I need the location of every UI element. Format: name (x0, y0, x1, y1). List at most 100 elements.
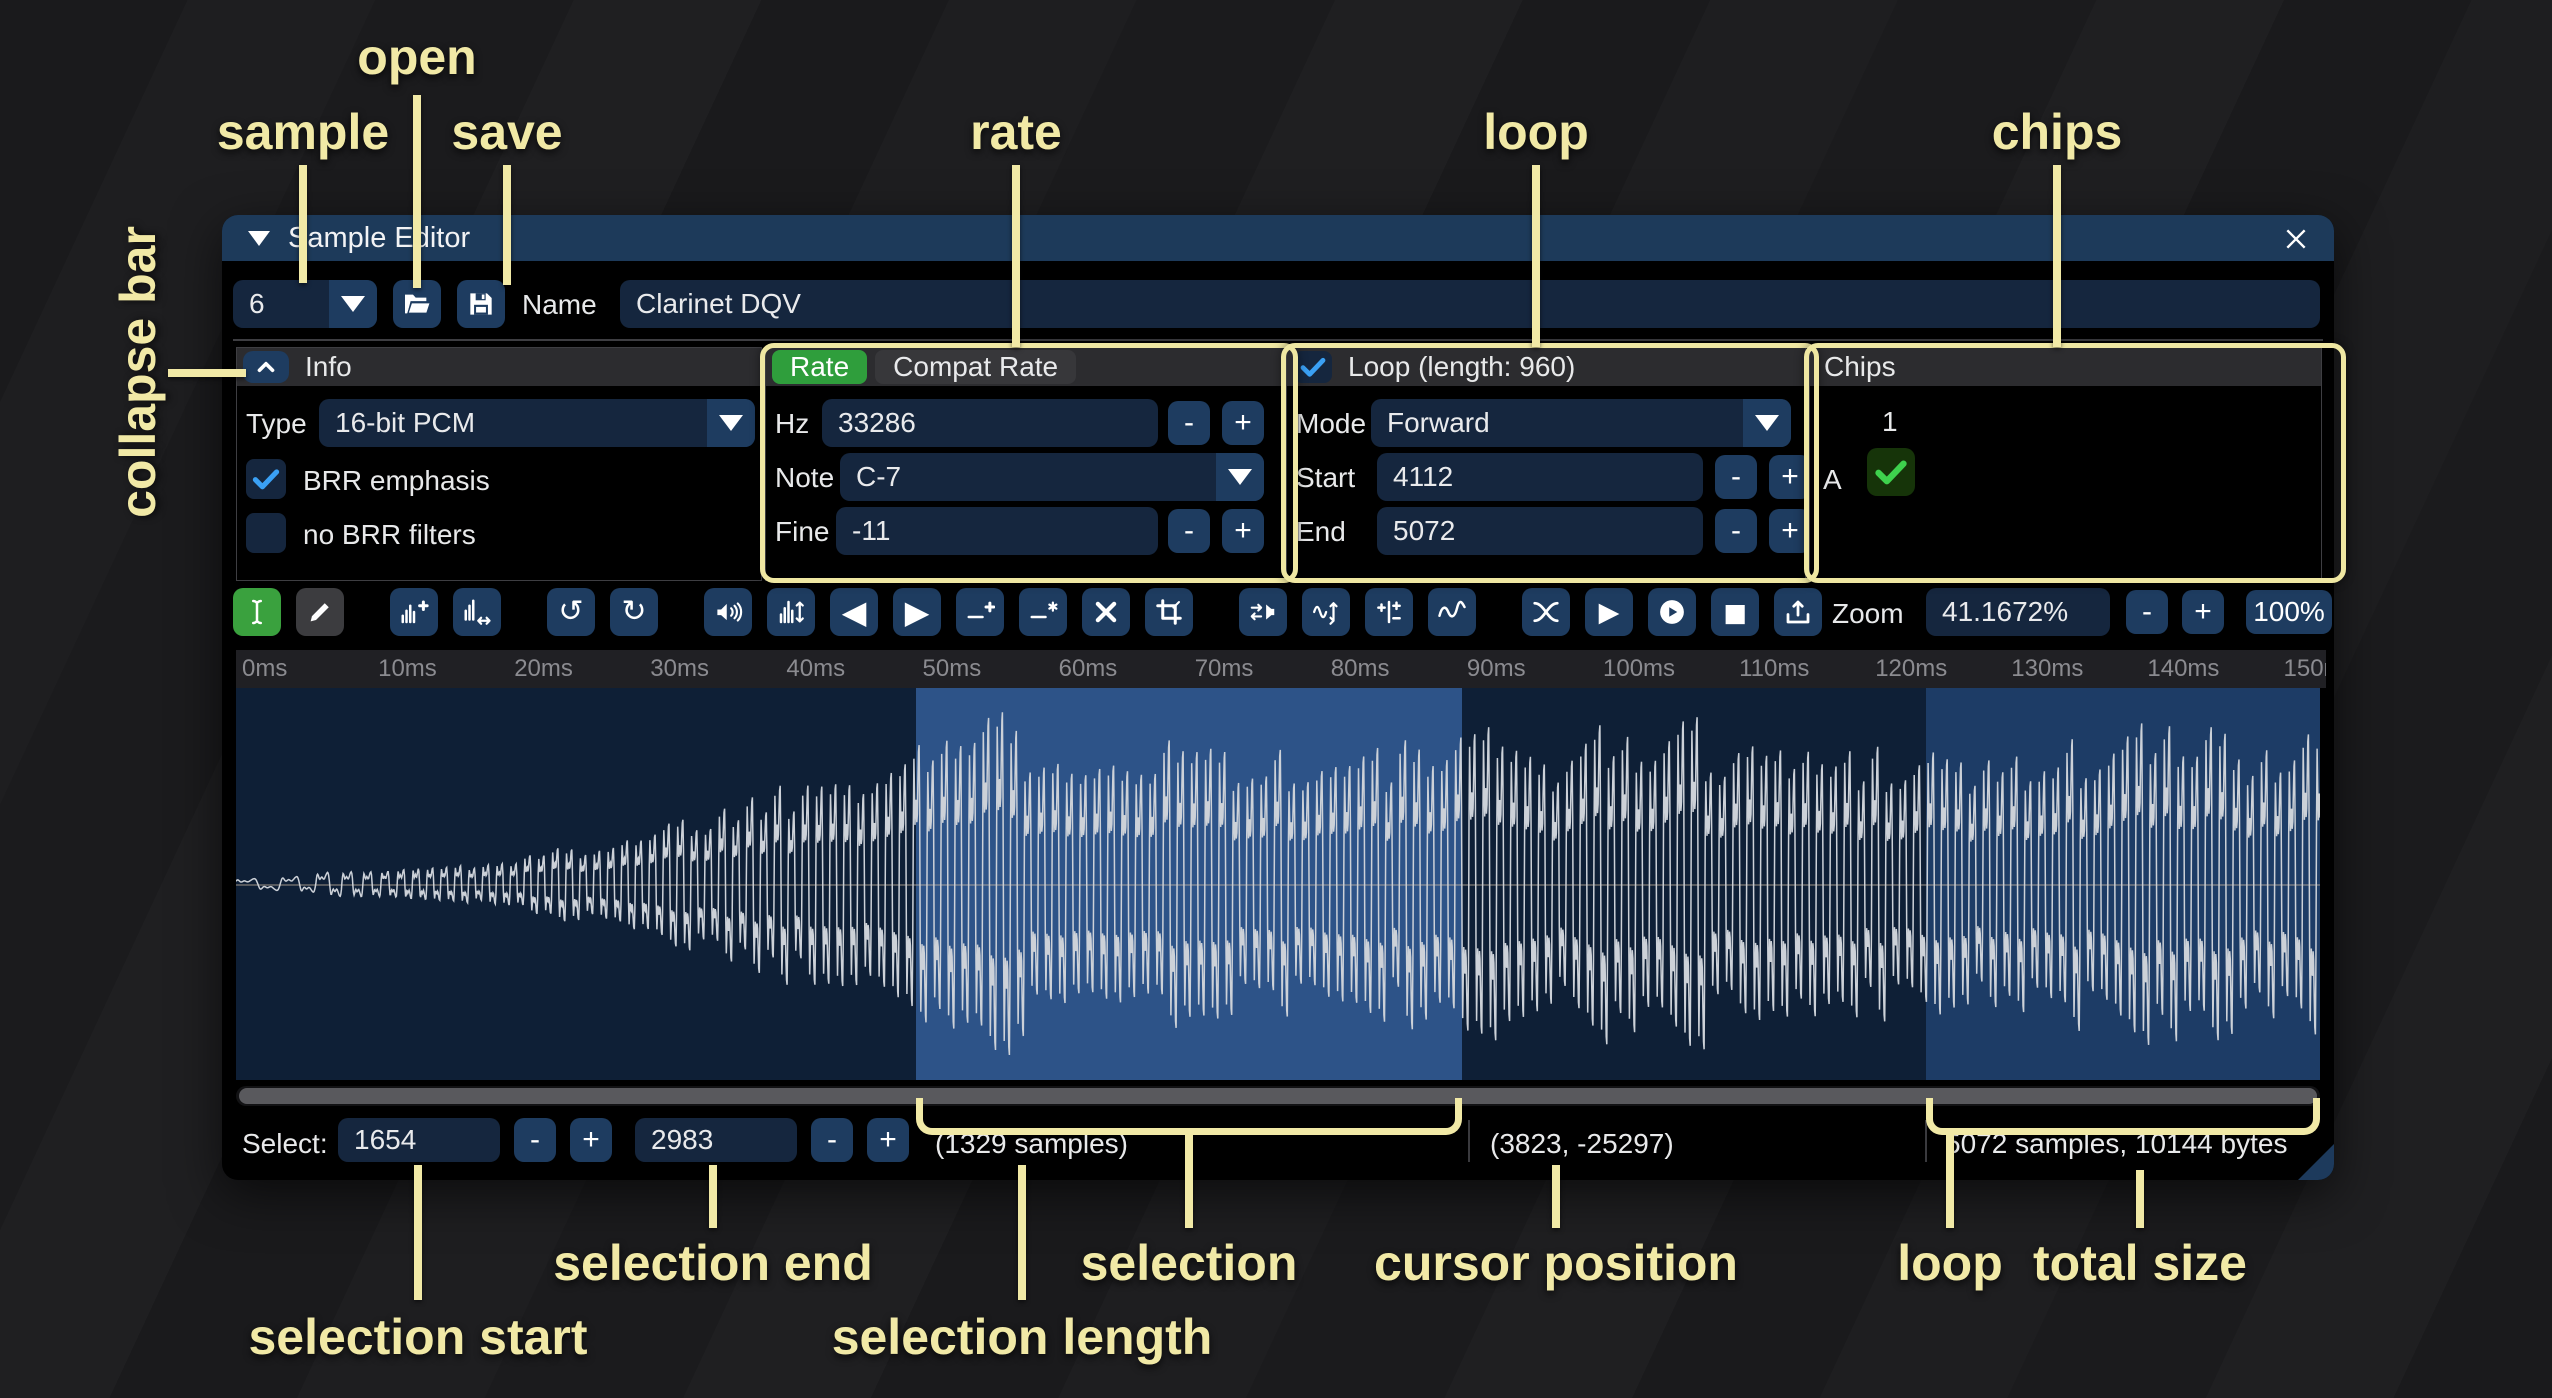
ruler-tick-label: 90ms (1467, 655, 1526, 683)
window-titlebar[interactable]: Sample Editor (222, 215, 2334, 261)
zoom-plus-button[interactable]: + (2182, 590, 2224, 634)
loop-start-label: Start (1296, 462, 1355, 494)
selection-end-plus-button[interactable]: + (867, 1118, 909, 1162)
waveform-display[interactable] (236, 688, 2320, 1080)
type-label: Type (246, 408, 307, 440)
time-ruler: 0ms10ms20ms30ms40ms50ms60ms70ms80ms90ms1… (236, 650, 2326, 688)
fade-out-button[interactable]: ▶ (893, 588, 941, 636)
resize-button[interactable] (390, 588, 438, 636)
delete-button[interactable] (1082, 588, 1130, 636)
normalize-button[interactable] (767, 588, 815, 636)
hz-plus-button[interactable]: + (1222, 401, 1264, 445)
compat-rate-tab[interactable]: Compat Rate (875, 350, 1076, 384)
fade-in-button[interactable]: ◀ (830, 588, 878, 636)
chip-enable-checkbox[interactable] (1867, 448, 1915, 496)
rate-tab[interactable]: Rate (772, 350, 867, 384)
note-dropdown-button[interactable] (1216, 453, 1264, 501)
note-dropdown[interactable]: C-7 (840, 453, 1264, 501)
crossfade-loop-icon (1531, 597, 1561, 627)
annotation-selection-start: selection start (248, 1308, 587, 1366)
resample-button[interactable] (453, 588, 501, 636)
annotation-line-loop-bottom (1946, 1128, 1954, 1228)
select-label: Select: (242, 1128, 328, 1160)
annotation-total-size: total size (2033, 1234, 2247, 1292)
invert-button[interactable] (1302, 588, 1350, 636)
mode-dropdown-button[interactable] (1743, 399, 1791, 447)
hz-label: Hz (775, 408, 809, 440)
info-header-label: Info (305, 351, 352, 383)
apply-silence-button[interactable] (1019, 588, 1067, 636)
redo-button[interactable]: ↻ (610, 588, 658, 636)
loop-enable-checkbox[interactable] (1294, 351, 1332, 383)
sample-type-dropdown[interactable]: 16-bit PCM (319, 399, 755, 447)
crossfade-loop-button[interactable] (1522, 588, 1570, 636)
window-resize-grip[interactable] (2298, 1144, 2334, 1180)
ruler-tick-label: 20ms (514, 655, 573, 683)
save-floppy-icon (465, 288, 497, 320)
fine-input[interactable]: -11 (836, 507, 1158, 555)
collapse-bar-button[interactable] (243, 351, 289, 383)
selection-start-plus-button[interactable]: + (570, 1118, 612, 1162)
undo-button[interactable]: ↺ (547, 588, 595, 636)
close-button[interactable] (2276, 219, 2316, 259)
note-value: C-7 (840, 461, 1216, 493)
sample-editor-window: Sample Editor 6 Name Clarinet DQV (222, 215, 2334, 1180)
loop-mode-value: Forward (1371, 407, 1743, 439)
no-brr-filters-checkbox[interactable] (246, 513, 286, 553)
waveform-trace (236, 688, 2320, 1080)
selection-start-input[interactable]: 1654 (338, 1118, 500, 1162)
fine-minus-button[interactable]: - (1168, 509, 1210, 553)
preview-sample-loop-button[interactable] (1648, 588, 1696, 636)
apply-filter-button[interactable] (1428, 588, 1476, 636)
zoom-minus-button[interactable]: - (2126, 590, 2168, 634)
selection-bracket (916, 1098, 1462, 1135)
select-mode-button[interactable] (233, 588, 281, 636)
loop-end-input[interactable]: 5072 (1377, 507, 1703, 555)
status-divider (1468, 1120, 1470, 1162)
info-panel: Info Type 16-bit PCM BRR emphasis no BRR… (236, 347, 762, 581)
save-sample-button[interactable] (457, 280, 505, 328)
check-icon (1297, 351, 1329, 383)
toolbar-group (390, 588, 501, 636)
selection-end-input[interactable]: 2983 (635, 1118, 797, 1162)
type-dropdown-button[interactable] (707, 399, 755, 447)
annotation-chips: chips (1992, 103, 2123, 161)
fine-plus-button[interactable]: + (1222, 509, 1264, 553)
stop-preview-button[interactable]: ■ (1711, 588, 1759, 636)
chip-row-label: A (1823, 464, 1842, 496)
loop-end-plus-button[interactable]: + (1769, 509, 1811, 553)
annotation-selection: selection (1081, 1234, 1298, 1292)
preview-sample-button[interactable]: ▶ (1585, 588, 1633, 636)
reverse-button[interactable] (1239, 588, 1287, 636)
note-label: Note (775, 462, 834, 494)
draw-mode-button[interactable] (296, 588, 344, 636)
loop-start-minus-button[interactable]: - (1715, 455, 1757, 499)
annotation-collapse-bar: collapse bar (109, 226, 167, 518)
hz-input[interactable]: 33286 (822, 399, 1158, 447)
chevron-down-icon (341, 296, 365, 312)
name-label: Name (522, 289, 597, 321)
trim-button[interactable] (1145, 588, 1193, 636)
loop-start-input[interactable]: 4112 (1377, 453, 1703, 501)
toolbar-group (1239, 588, 1476, 636)
draw-mode-icon (305, 597, 335, 627)
amplify-button[interactable] (704, 588, 752, 636)
signed-unsigned-exchange-button[interactable] (1365, 588, 1413, 636)
selection-end-minus-button[interactable]: - (811, 1118, 853, 1162)
hz-minus-button[interactable]: - (1168, 401, 1210, 445)
brr-emphasis-checkbox[interactable] (246, 459, 286, 499)
loop-end-minus-button[interactable]: - (1715, 509, 1757, 553)
zoom-reset-button[interactable]: 100% (2246, 590, 2332, 634)
sample-type-value: 16-bit PCM (319, 407, 707, 439)
insert-silence-button[interactable] (956, 588, 1004, 636)
create-instrument-button[interactable] (1774, 588, 1822, 636)
loop-start-plus-button[interactable]: + (1769, 455, 1811, 499)
zoom-value-input[interactable]: 41.1672% (1926, 588, 2110, 636)
selection-start-minus-button[interactable]: - (514, 1118, 556, 1162)
window-collapse-triangle-icon[interactable] (248, 231, 270, 246)
loop-mode-dropdown[interactable]: Forward (1371, 399, 1791, 447)
name-input[interactable]: Clarinet DQV (620, 280, 2320, 328)
chip-column-header: 1 (1882, 406, 1898, 438)
sample-number-dropdown[interactable]: 6 (233, 280, 377, 328)
sample-dropdown-button[interactable] (329, 280, 377, 328)
